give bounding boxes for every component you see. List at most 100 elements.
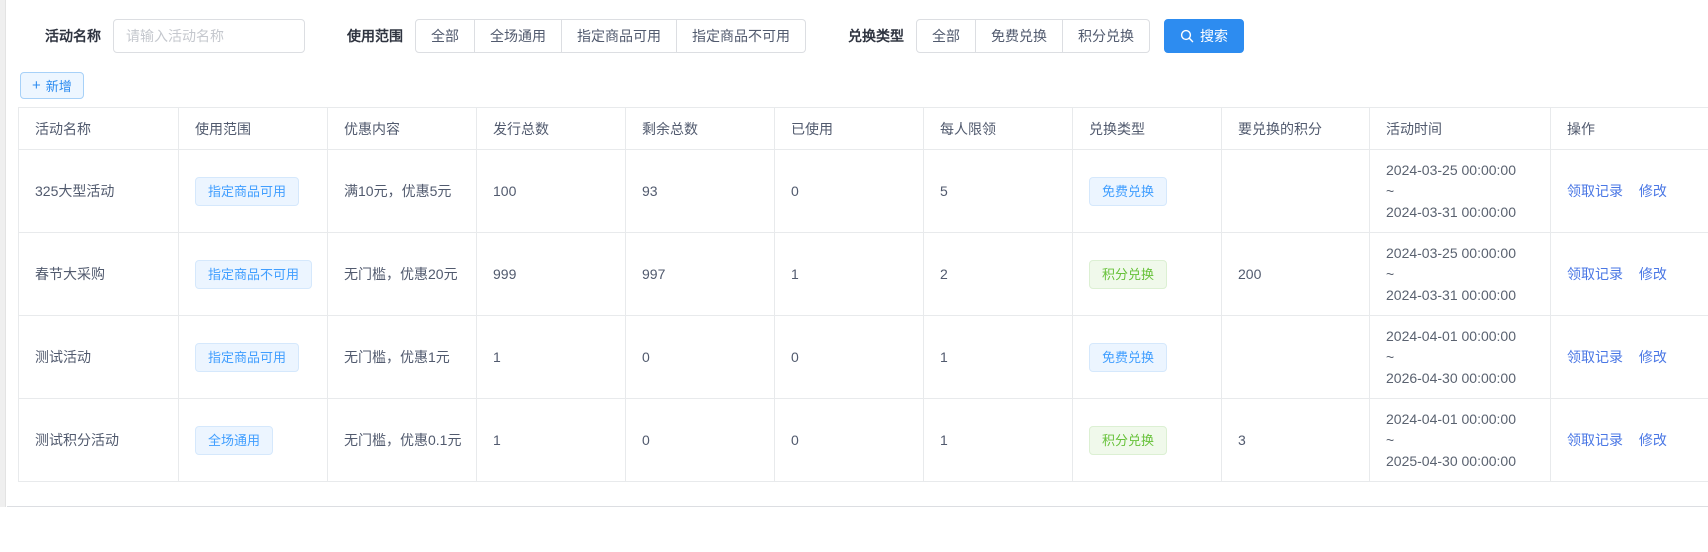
time-start: 2024-03-25 00:00:00 [1386,243,1534,264]
cell-actions: 领取记录 修改 [1551,316,1708,399]
cell-activity-name: 测试活动 [19,316,179,399]
cell-exchange-type: 积分兑换 [1073,399,1222,482]
exchange-type-option-points[interactable]: 积分兑换 [1063,19,1150,53]
edit-link[interactable]: 修改 [1639,432,1667,448]
usage-scope-option-universal[interactable]: 全场通用 [475,19,562,53]
cell-activity-time: 2024-03-25 00:00:00 ~ 2024-03-31 00:00:0… [1370,150,1551,233]
cell-per-person-limit: 2 [924,233,1073,316]
col-header-points-required: 要兑换的积分 [1222,108,1370,150]
cell-exchange-type: 免费兑换 [1073,316,1222,399]
table-row: 测试活动 指定商品可用 无门槛，优惠1元 1 0 0 1 免费兑换 2024-0… [19,316,1708,399]
col-header-exchange-type: 兑换类型 [1073,108,1222,150]
usage-scope-tag: 全场通用 [195,426,273,455]
col-header-per-person-limit: 每人限领 [924,108,1073,150]
claim-record-link[interactable]: 领取记录 [1567,183,1623,199]
cell-usage-scope: 全场通用 [179,399,328,482]
cell-activity-name: 春节大采购 [19,233,179,316]
time-start: 2024-04-01 00:00:00 [1386,409,1534,430]
cell-used: 1 [775,233,924,316]
cell-points-required: 200 [1222,233,1370,316]
cell-usage-scope: 指定商品可用 [179,150,328,233]
cell-activity-time: 2024-03-25 00:00:00 ~ 2024-03-31 00:00:0… [1370,233,1551,316]
col-header-discount-content: 优惠内容 [328,108,477,150]
exchange-type-label: 兑换类型 [848,26,904,46]
cell-per-person-limit: 5 [924,150,1073,233]
cell-discount-content: 无门槛，优惠0.1元 [328,399,477,482]
cell-actions: 领取记录 修改 [1551,150,1708,233]
exchange-type-tag: 免费兑换 [1089,177,1167,206]
table-header-row: 活动名称 使用范围 优惠内容 发行总数 剩余总数 已使用 每人限领 兑换类型 要… [19,108,1708,150]
cell-activity-time: 2024-04-01 00:00:00 ~ 2026-04-30 00:00:0… [1370,316,1551,399]
usage-scope-label: 使用范围 [347,26,403,46]
search-button[interactable]: 搜索 [1164,19,1244,53]
activity-name-label: 活动名称 [45,26,101,46]
usage-scope-tag: 指定商品不可用 [195,260,312,289]
col-header-total-remaining: 剩余总数 [626,108,775,150]
cell-total-issued: 100 [477,150,626,233]
col-header-usage-scope: 使用范围 [179,108,328,150]
claim-record-link[interactable]: 领取记录 [1567,432,1623,448]
cell-used: 0 [775,399,924,482]
usage-scope-tag: 指定商品可用 [195,177,299,206]
usage-scope-option-specified-usable[interactable]: 指定商品可用 [562,19,677,53]
cell-total-remaining: 0 [626,316,775,399]
claim-record-link[interactable]: 领取记录 [1567,266,1623,282]
exchange-type-option-all[interactable]: 全部 [916,19,976,53]
add-button-label: 新增 [46,76,72,95]
cell-exchange-type: 积分兑换 [1073,233,1222,316]
table-row: 春节大采购 指定商品不可用 无门槛，优惠20元 999 997 1 2 积分兑换… [19,233,1708,316]
usage-scope-button-group: 全部 全场通用 指定商品可用 指定商品不可用 [415,19,806,53]
cell-per-person-limit: 1 [924,316,1073,399]
exchange-type-button-group: 全部 免费兑换 积分兑换 [916,19,1150,53]
exchange-type-tag: 积分兑换 [1089,260,1167,289]
cell-points-required: 3 [1222,399,1370,482]
cell-activity-time: 2024-04-01 00:00:00 ~ 2025-04-30 00:00:0… [1370,399,1551,482]
usage-scope-option-all[interactable]: 全部 [415,19,475,53]
col-header-activity-name: 活动名称 [19,108,179,150]
claim-record-link[interactable]: 领取记录 [1567,349,1623,365]
time-end: 2026-04-30 00:00:00 [1386,368,1534,389]
time-start: 2024-03-25 00:00:00 [1386,160,1534,181]
toolbar: + 新增 [0,53,1708,107]
col-header-total-issued: 发行总数 [477,108,626,150]
cell-used: 0 [775,150,924,233]
col-header-actions: 操作 [1551,108,1708,150]
usage-scope-tag: 指定商品可用 [195,343,299,372]
table-row: 测试积分活动 全场通用 无门槛，优惠0.1元 1 0 0 1 积分兑换 3 20… [19,399,1708,482]
cell-exchange-type: 免费兑换 [1073,150,1222,233]
time-separator: ~ [1386,430,1534,451]
time-separator: ~ [1386,264,1534,285]
time-separator: ~ [1386,347,1534,368]
cell-discount-content: 无门槛，优惠1元 [328,316,477,399]
cell-points-required [1222,316,1370,399]
cell-used: 0 [775,316,924,399]
exchange-type-tag: 免费兑换 [1089,343,1167,372]
edit-link[interactable]: 修改 [1639,183,1667,199]
cell-total-issued: 999 [477,233,626,316]
col-header-used: 已使用 [775,108,924,150]
cell-total-issued: 1 [477,316,626,399]
cell-per-person-limit: 1 [924,399,1073,482]
col-header-activity-time: 活动时间 [1370,108,1551,150]
cell-activity-name: 325大型活动 [19,150,179,233]
cell-activity-name: 测试积分活动 [19,399,179,482]
exchange-type-option-free[interactable]: 免费兑换 [976,19,1063,53]
table-row: 325大型活动 指定商品可用 满10元，优惠5元 100 93 0 5 免费兑换… [19,150,1708,233]
cell-discount-content: 无门槛，优惠20元 [328,233,477,316]
cell-total-remaining: 93 [626,150,775,233]
cell-points-required [1222,150,1370,233]
cell-discount-content: 满10元，优惠5元 [328,150,477,233]
cell-total-remaining: 997 [626,233,775,316]
time-separator: ~ [1386,181,1534,202]
edit-link[interactable]: 修改 [1639,266,1667,282]
activity-name-input[interactable] [113,19,305,53]
panel-bottom-divider [7,506,1708,507]
usage-scope-option-specified-unusable[interactable]: 指定商品不可用 [677,19,806,53]
plus-icon: + [32,78,41,93]
edit-link[interactable]: 修改 [1639,349,1667,365]
activity-table: 活动名称 使用范围 优惠内容 发行总数 剩余总数 已使用 每人限领 兑换类型 要… [18,107,1708,482]
add-button[interactable]: + 新增 [20,72,84,99]
cell-total-remaining: 0 [626,399,775,482]
search-icon [1180,29,1194,43]
time-start: 2024-04-01 00:00:00 [1386,326,1534,347]
